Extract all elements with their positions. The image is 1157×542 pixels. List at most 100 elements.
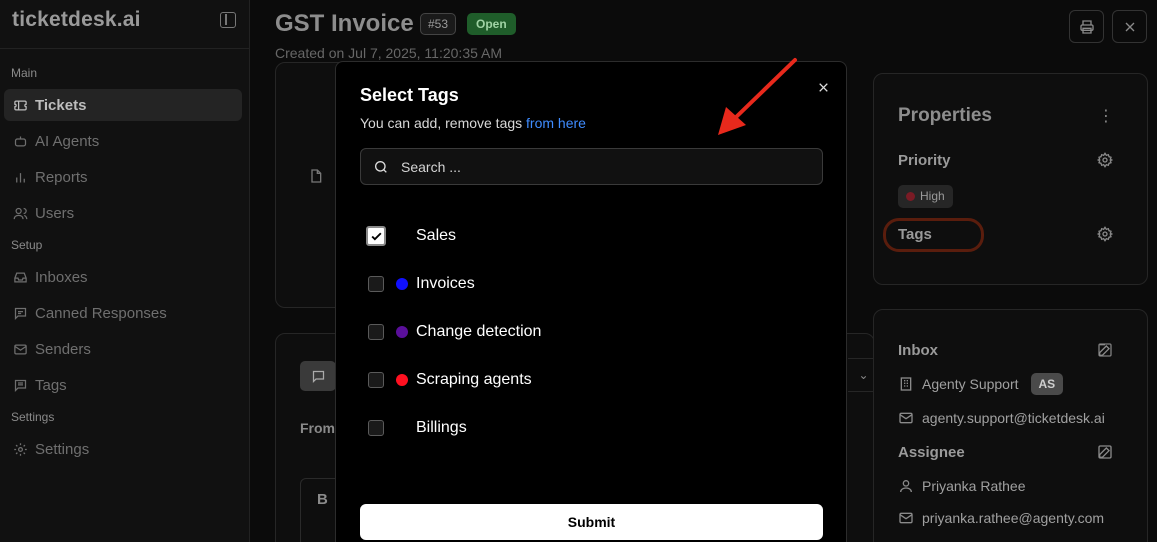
print-button[interactable]: [1069, 10, 1104, 43]
tags-settings-gear-icon[interactable]: [1096, 226, 1114, 242]
sidebar-collapse-icon[interactable]: [220, 12, 236, 28]
priority-dot: [906, 192, 915, 201]
sidebar-item-reports[interactable]: Reports: [4, 161, 242, 193]
more-options-icon[interactable]: ⋮: [1098, 106, 1114, 126]
sidebar-item-settings[interactable]: Settings: [4, 433, 242, 465]
sidebar-item-label: Tags: [35, 376, 67, 394]
created-timestamp: Created on Jul 7, 2025, 11:20:35 AM: [275, 45, 503, 61]
sidebar-item-canned-responses[interactable]: Canned Responses: [4, 297, 242, 329]
assignee-name-row: Priyanka Rathee: [898, 476, 1026, 496]
divider: [0, 48, 250, 49]
assignee-email: priyanka.rathee@agenty.com: [922, 510, 1105, 526]
printer-icon: [1079, 19, 1094, 34]
tag-color-dot: [396, 422, 408, 434]
bold-button[interactable]: B: [317, 491, 328, 508]
sidebar-item-label: Inboxes: [35, 268, 88, 286]
sidebar-item-tickets[interactable]: Tickets: [4, 89, 242, 121]
close-icon: [1125, 22, 1134, 31]
sidebar-item-label: Tickets: [35, 96, 87, 114]
gear-icon: [12, 442, 28, 456]
tag-color-dot: [396, 230, 408, 242]
red-arrow-annotation: [718, 58, 797, 135]
tag-message-icon: [12, 378, 28, 392]
properties-title: Properties: [898, 105, 992, 126]
sidebar-item-label: Canned Responses: [35, 304, 167, 322]
mail-icon: [12, 342, 28, 356]
edit-assignee-icon[interactable]: [1097, 444, 1113, 460]
submit-button[interactable]: Submit: [360, 504, 823, 540]
tag-checkbox[interactable]: [368, 420, 384, 436]
tag-option-billings[interactable]: Billings: [368, 416, 467, 440]
editor-toolbar: B: [300, 478, 340, 542]
sidebar-item-label: AI Agents: [35, 132, 100, 150]
search-icon: [375, 160, 387, 173]
edit-inbox-icon[interactable]: [1097, 342, 1113, 358]
tag-search-input[interactable]: [401, 158, 801, 175]
inbox-name: Agenty Support: [922, 376, 1019, 392]
tag-checkbox[interactable]: [368, 324, 384, 340]
tag-color-dot: [396, 374, 408, 386]
mail-icon: [898, 410, 914, 426]
tag-option-invoices[interactable]: Invoices: [368, 272, 475, 296]
sidebar-item-inboxes[interactable]: Inboxes: [4, 261, 242, 293]
modal-title: Select Tags: [360, 85, 459, 105]
bot-icon: [12, 134, 28, 148]
message-icon: [12, 306, 28, 320]
document-icon: [308, 168, 324, 184]
tag-option-change-detection[interactable]: Change detection: [368, 320, 541, 344]
tag-checkbox[interactable]: [368, 372, 384, 388]
priority-value: High: [920, 189, 945, 203]
tag-search-box[interactable]: [360, 148, 823, 185]
sidebar-item-label: Reports: [35, 168, 88, 186]
inbox-email: agenty.support@ticketdesk.ai: [922, 410, 1105, 426]
manage-tags-link[interactable]: from here: [526, 115, 586, 131]
priority-settings-gear-icon[interactable]: [1096, 152, 1114, 168]
reply-mode-button[interactable]: [300, 361, 336, 391]
modal-subtitle: You can add, remove tags from here: [360, 115, 586, 131]
tag-label: Invoices: [416, 275, 475, 292]
tag-color-dot: [396, 326, 408, 338]
sidebar-item-users[interactable]: Users: [4, 197, 242, 229]
sidebar-item-label: Users: [35, 204, 75, 222]
tag-label: Billings: [416, 419, 467, 436]
inbox-name-row: Agenty Support AS: [898, 373, 1064, 395]
inbox-avatar-badge: AS: [1030, 373, 1064, 395]
users-icon: [12, 206, 28, 220]
from-label: From: [300, 420, 335, 436]
status-badge: Open: [467, 13, 516, 35]
priority-label: Priority: [898, 152, 951, 169]
page-title: GST Invoice: [275, 10, 414, 37]
sidebar-item-label: Senders: [35, 340, 91, 358]
assignee-label: Assignee: [898, 444, 965, 461]
assignee-email-row: priyanka.rathee@agenty.com: [898, 508, 1104, 528]
sidebar: ticketdesk.ai Main Tickets AI Agents Rep…: [0, 0, 250, 542]
tag-option-sales[interactable]: Sales: [366, 224, 457, 248]
tag-option-scraping-agents[interactable]: Scraping agents: [368, 368, 532, 392]
assignee-name: Priyanka Rathee: [922, 478, 1026, 494]
ticket-icon: [12, 98, 28, 112]
user-icon: [898, 478, 914, 494]
sidebar-item-ai-agents[interactable]: AI Agents: [4, 125, 242, 157]
building-icon: [898, 376, 914, 392]
tag-label: Change detection: [416, 323, 542, 340]
tag-checkbox-checked[interactable]: [366, 226, 386, 246]
brand-logo[interactable]: ticketdesk.ai: [12, 8, 141, 32]
inbox-icon: [12, 270, 28, 284]
modal-subtitle-text: You can add, remove tags: [360, 115, 527, 131]
ticket-number-badge: #53: [420, 13, 457, 35]
tag-label: Sales: [416, 227, 457, 244]
modal-close-button[interactable]: [814, 78, 832, 96]
close-ticket-button[interactable]: [1112, 10, 1147, 43]
tag-color-dot: [396, 278, 408, 290]
priority-badge: High: [898, 185, 953, 208]
tag-checkbox[interactable]: [368, 276, 384, 292]
nav-section-setup: Setup: [11, 238, 43, 252]
close-icon: [818, 82, 828, 92]
tag-label: Scraping agents: [416, 371, 532, 388]
tags-label: Tags: [898, 226, 932, 243]
inbox-email-row: agenty.support@ticketdesk.ai: [898, 408, 1105, 428]
inbox-label: Inbox: [898, 342, 938, 359]
bar-chart-icon: [12, 170, 28, 184]
sidebar-item-tags[interactable]: Tags: [4, 369, 242, 401]
sidebar-item-senders[interactable]: Senders: [4, 333, 242, 365]
